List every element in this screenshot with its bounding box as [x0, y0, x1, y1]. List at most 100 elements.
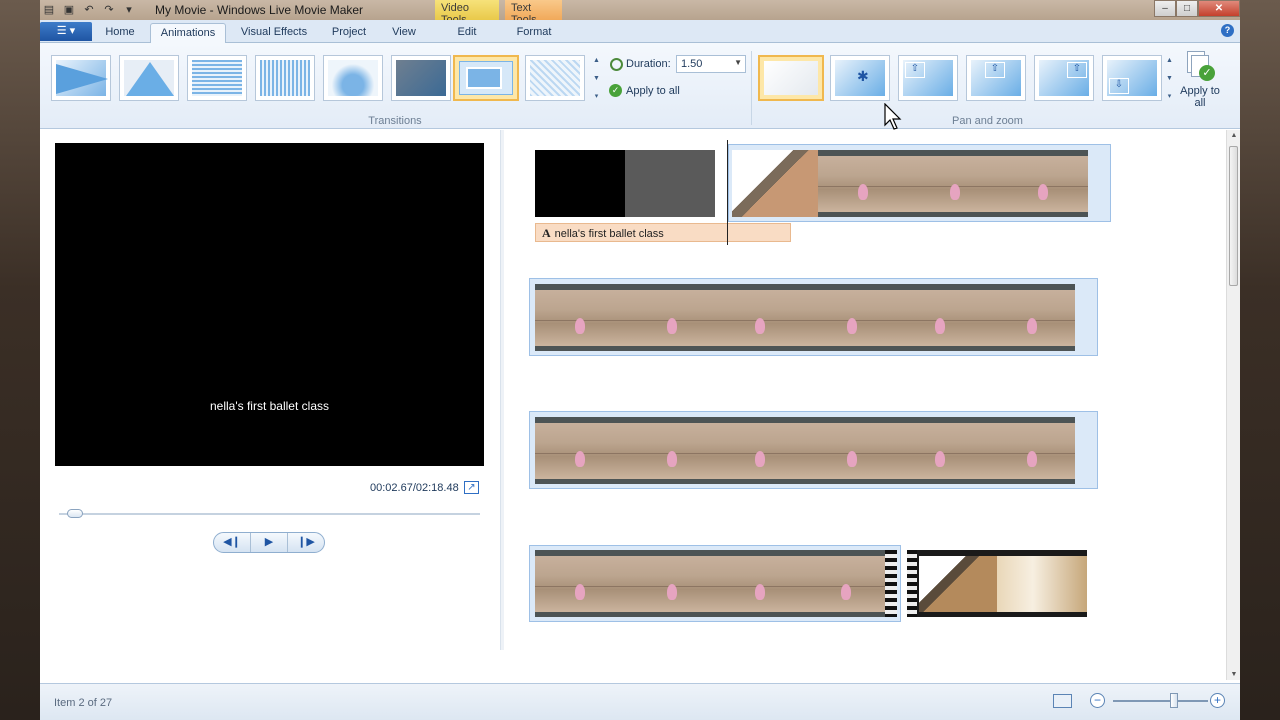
film-sprocket	[907, 550, 917, 617]
storyboard-scrollbar[interactable]: ▲ ▼	[1226, 130, 1240, 680]
scroll-down-icon[interactable]: ▼	[1227, 671, 1241, 678]
pan-zoom-up-right[interactable]: ⇧	[1034, 55, 1094, 101]
clip-thumbnail	[535, 556, 625, 612]
transition-horizontal-lines[interactable]	[187, 55, 247, 101]
play-button[interactable]: ▶	[251, 533, 288, 552]
title-overlay-clip[interactable]: Anella's first ballet class	[535, 223, 791, 242]
clip-thumbnail	[998, 156, 1088, 212]
scroll-thumb[interactable]	[1229, 146, 1238, 286]
tab-animations[interactable]: Animations	[150, 23, 226, 43]
duration-label: Duration:	[626, 58, 671, 70]
next-frame-button[interactable]: ❙▶	[288, 533, 324, 552]
pan-zoom-up-left[interactable]: ⇧	[898, 55, 958, 101]
duration-select[interactable]: 1.50 ▼	[676, 55, 746, 73]
minimize-button[interactable]: ‒	[1154, 0, 1176, 17]
pan-zoom-scroll-up-icon[interactable]: ▲	[1164, 53, 1175, 69]
save-icon[interactable]: ▣	[62, 3, 76, 17]
tab-format[interactable]: Format	[510, 23, 558, 43]
transition-frame	[919, 556, 997, 612]
fullscreen-icon[interactable]: ↗	[464, 481, 479, 494]
previous-frame-button[interactable]: ◀❙	[214, 533, 251, 552]
apply-to-all-label: Apply to all	[626, 84, 680, 97]
tab-home[interactable]: Home	[100, 23, 140, 43]
title-bar: ▤ ▣ ↶ ↷ ▾ My Movie - Windows Live Movie …	[40, 0, 1240, 26]
pan-zoom-more-icon[interactable]: ▾	[1164, 89, 1175, 105]
zoom-slider-thumb[interactable]	[1169, 693, 1178, 708]
zoom-in-button[interactable]: +	[1210, 693, 1225, 708]
transitions-more-icon[interactable]: ▾	[591, 89, 602, 105]
transition-dissolve[interactable]	[323, 55, 383, 101]
transitions-scroll-down-icon[interactable]: ▼	[591, 71, 602, 87]
status-bar: Item 2 of 27 − +	[40, 683, 1240, 720]
clip-thumbnail	[908, 156, 998, 212]
video-clip-2[interactable]	[535, 284, 1075, 351]
transition-fade[interactable]	[391, 55, 451, 101]
transition-vertical-lines[interactable]	[255, 55, 315, 101]
pan-zoom-none-selected[interactable]	[758, 55, 824, 101]
app-menu-button[interactable]: ☰ ▾	[40, 22, 92, 41]
close-button[interactable]: ✕	[1198, 0, 1240, 17]
apply-all-pages-icon: ✓	[1185, 51, 1215, 81]
clip-thumbnail	[625, 423, 715, 479]
clip-thumbnail	[805, 556, 885, 612]
transitions-scroll-up-icon[interactable]: ▲	[591, 53, 602, 69]
desktop-background-left	[0, 0, 40, 720]
clip-thumbnail	[985, 290, 1075, 346]
video-clip-5[interactable]	[907, 550, 1087, 617]
transition-triangle[interactable]	[119, 55, 179, 101]
clip-thumbnail	[715, 290, 805, 346]
customize-icon[interactable]: ▾	[122, 3, 136, 17]
clip-thumbnail	[818, 156, 908, 212]
transition-frame	[732, 150, 818, 217]
tab-edit[interactable]: Edit	[445, 23, 489, 43]
time-readout: 00:02.67/02:18.48	[370, 482, 459, 494]
window-title: My Movie - Windows Live Movie Maker	[155, 3, 364, 17]
preview-monitor[interactable]: nella's first ballet class	[55, 143, 484, 466]
item-count-status: Item 2 of 27	[54, 697, 113, 709]
undo-icon[interactable]: ↶	[82, 3, 96, 17]
maximize-button[interactable]: □	[1176, 0, 1198, 17]
playhead[interactable]	[727, 140, 728, 245]
pan-zoom-up[interactable]: ⇧	[966, 55, 1026, 101]
ribbon: ▲ ▼ ▾ Duration: 1.50 ▼ ✓ Apply to all Tr…	[40, 43, 1240, 129]
title-clip-frame-black[interactable]	[535, 150, 625, 217]
clip-thumbnail	[895, 290, 985, 346]
clip-thumbnail	[805, 290, 895, 346]
title-clip-frame-gray[interactable]	[625, 150, 715, 217]
title-overlay-label: nella's first ballet class	[554, 228, 664, 240]
video-clip-1[interactable]	[732, 150, 1088, 217]
chevron-down-icon: ▼	[734, 58, 742, 67]
tab-view[interactable]: View	[384, 23, 424, 43]
seek-bar[interactable]	[59, 513, 480, 515]
apply-to-all-pan-zoom-label: Apply to all	[1180, 85, 1220, 109]
transition-zoom-selected[interactable]	[453, 55, 519, 101]
transition-crosshatch[interactable]	[525, 55, 585, 101]
transitions-group-label: Transitions	[368, 115, 422, 127]
clip-thumbnail	[625, 556, 715, 612]
pan-zoom-down[interactable]: ⇩	[1102, 55, 1162, 101]
clip-thumbnail	[535, 423, 625, 479]
thumbnail-size-icon[interactable]	[1053, 694, 1072, 708]
pan-zoom-automatic[interactable]: ✱	[830, 55, 890, 101]
group-divider	[751, 51, 752, 125]
scroll-up-icon[interactable]: ▲	[1227, 132, 1241, 139]
zoom-out-button[interactable]: −	[1090, 693, 1105, 708]
clip-thumbnail	[805, 423, 895, 479]
clip-thumbnail	[715, 556, 805, 612]
tab-project[interactable]: Project	[324, 23, 374, 43]
clip-thumbnail	[715, 423, 805, 479]
zoom-slider[interactable]	[1113, 700, 1208, 702]
tab-visual-effects[interactable]: Visual Effects	[236, 23, 312, 43]
pan-zoom-scroll-down-icon[interactable]: ▼	[1164, 71, 1175, 87]
seek-thumb[interactable]	[67, 509, 84, 518]
help-icon[interactable]: ?	[1221, 24, 1234, 37]
video-clip-4[interactable]	[535, 550, 897, 617]
transition-slide-right[interactable]	[51, 55, 111, 101]
apply-to-all-transitions-button[interactable]: ✓ Apply to all	[609, 84, 680, 97]
video-clip-3[interactable]	[535, 417, 1075, 484]
clip-thumbnail	[997, 556, 1087, 612]
redo-icon[interactable]: ↷	[102, 3, 116, 17]
menu-icon[interactable]: ▤	[42, 3, 56, 17]
clip-thumbnail	[535, 290, 625, 346]
apply-to-all-pan-zoom-button[interactable]: ✓ Apply to all	[1180, 51, 1220, 109]
